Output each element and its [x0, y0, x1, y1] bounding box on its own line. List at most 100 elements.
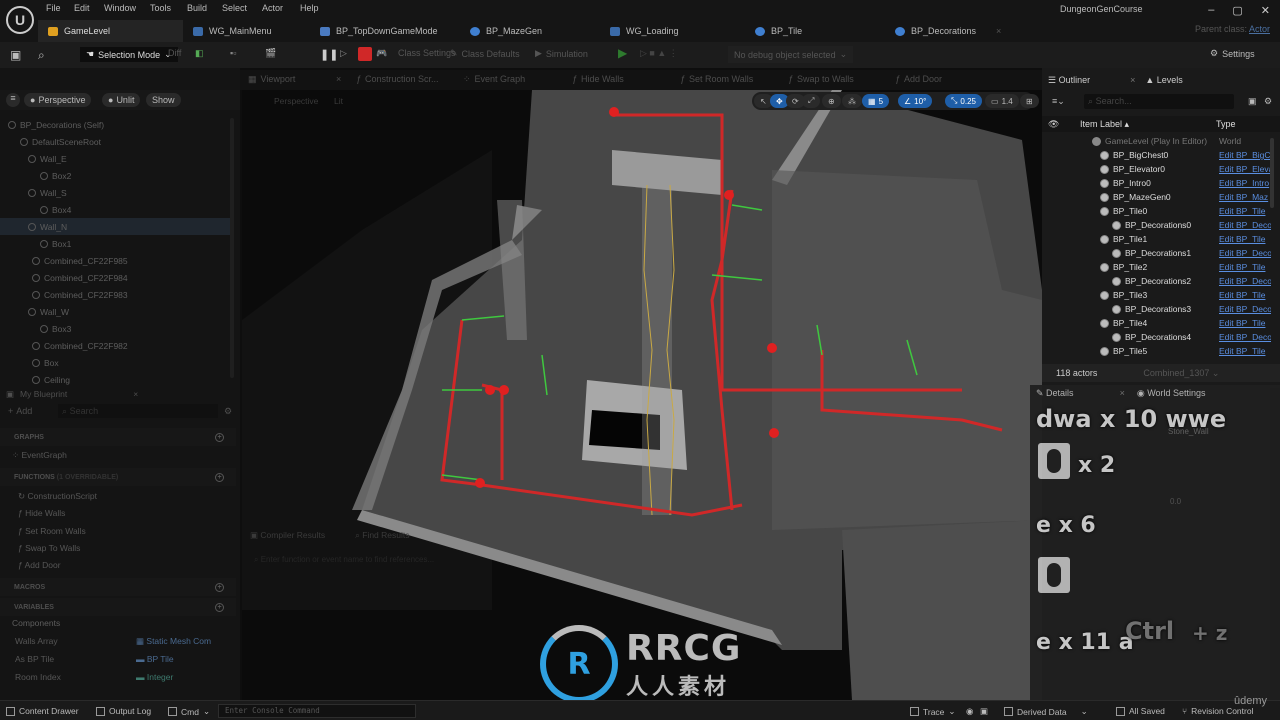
content-drawer-button[interactable]: Content Drawer: [6, 706, 79, 716]
outliner-row[interactable]: BP_Intro0 Edit BP_Intro: [1042, 176, 1272, 190]
combined-dropdown[interactable]: Combined_1307 ⌄: [1143, 368, 1219, 379]
edit-blueprint-link[interactable]: Edit BP_Deco: [1219, 220, 1271, 230]
doc-tab-bp-topdowngamemode[interactable]: BP_TopDownGameMode: [310, 20, 460, 42]
function-item[interactable]: ↻ ConstructionScript: [18, 491, 97, 502]
variable-type[interactable]: ▬ BP Tile: [136, 654, 174, 664]
parent-class-link[interactable]: Actor: [1249, 24, 1270, 34]
outliner-row[interactable]: BP_Tile1 Edit BP_Tile: [1042, 232, 1272, 246]
col-type[interactable]: Type: [1216, 119, 1236, 129]
tab-viewport[interactable]: ▦ Viewport: [248, 74, 295, 85]
component-item[interactable]: Box4: [0, 201, 230, 218]
class-settings-button[interactable]: Class Settings: [398, 48, 456, 58]
add-actor-icon[interactable]: ◧: [195, 48, 204, 59]
diff-button[interactable]: Diff: [168, 48, 181, 58]
outliner-scrollbar[interactable]: [1270, 138, 1274, 208]
rotation-snap-toggle[interactable]: ∠ 10°: [898, 94, 933, 108]
variable-item[interactable]: Room Index: [15, 672, 61, 682]
col-item-label[interactable]: Item Label ▴: [1080, 119, 1129, 130]
edit-blueprint-link[interactable]: Edit BP_Tile: [1219, 346, 1271, 356]
component-item[interactable]: Box2: [0, 167, 230, 184]
outliner-row[interactable]: BP_Decorations1 Edit BP_Deco: [1042, 246, 1272, 260]
menu-select[interactable]: Select: [222, 3, 247, 13]
tab-hide-walls[interactable]: ƒ Hide Walls: [572, 74, 624, 84]
component-item[interactable]: DefaultSceneRoot: [0, 133, 230, 150]
selection-mode-dropdown[interactable]: ☚ Selection Mode ⌄: [80, 47, 178, 62]
scale-tool-icon[interactable]: ⤢: [802, 94, 821, 108]
edit-blueprint-link[interactable]: Edit BP_Tile: [1219, 206, 1271, 216]
output-log-button[interactable]: Output Log: [96, 706, 151, 716]
scale-snap-toggle[interactable]: ⤡ 0.25: [945, 94, 982, 108]
outliner-search-input[interactable]: ⌕ Search...: [1084, 94, 1234, 109]
component-item[interactable]: Wall_W: [0, 303, 230, 320]
tab-compiler-results[interactable]: ▣ Compiler Results: [250, 530, 325, 546]
outliner-row[interactable]: BP_Tile4 Edit BP_Tile: [1042, 316, 1272, 330]
component-item[interactable]: Wall_E: [0, 150, 230, 167]
tab-find-results[interactable]: ⌕ Find Results: [355, 530, 409, 546]
tab-details[interactable]: ✎ Details: [1036, 388, 1074, 399]
doc-tab-bp-decorations[interactable]: BP_Decorations ×: [885, 20, 1015, 42]
simulation-button[interactable]: ▶ Simulation: [535, 48, 588, 59]
edit-blueprint-link[interactable]: Edit BP_Maz: [1219, 192, 1271, 202]
screenshot-icon[interactable]: ▣: [980, 706, 988, 717]
component-item[interactable]: Box: [0, 354, 230, 371]
variables-section[interactable]: VARIABLES +: [0, 598, 236, 616]
menu-actor[interactable]: Actor: [262, 3, 283, 13]
tab-world-settings[interactable]: ◉ World Settings: [1137, 388, 1206, 399]
layout-icon[interactable]: ⊞: [1020, 94, 1039, 108]
bp-perspective-label[interactable]: Perspective: [274, 96, 318, 106]
edit-blueprint-link[interactable]: Edit BP_Tile: [1219, 290, 1271, 300]
outliner-row[interactable]: GameLevel (Play In Editor) World: [1042, 134, 1272, 148]
trace-button[interactable]: Trace ⌄: [910, 706, 956, 717]
function-item[interactable]: ƒ Add Door: [18, 560, 61, 570]
component-item[interactable]: Combined_CF22F982: [0, 337, 230, 354]
component-item[interactable]: Combined_CF22F983: [0, 286, 230, 303]
outliner-row[interactable]: BP_Tile0 Edit BP_Tile: [1042, 204, 1272, 218]
step-button[interactable]: ▷: [340, 48, 347, 59]
tick-interval-field[interactable]: 0.0: [1170, 497, 1181, 506]
edit-blueprint-link[interactable]: Edit BP_Tile: [1219, 234, 1271, 244]
function-item[interactable]: ƒ Hide Walls: [18, 508, 65, 518]
graphs-section[interactable]: GRAPHS +: [0, 428, 236, 446]
component-item[interactable]: Box1: [0, 235, 230, 252]
outliner-row[interactable]: BP_Decorations0 Edit BP_Deco: [1042, 218, 1272, 232]
outliner-row[interactable]: BP_Decorations3 Edit BP_Deco: [1042, 302, 1272, 316]
edit-blueprint-link[interactable]: Edit BP_Tile: [1219, 318, 1271, 328]
edit-blueprint-link[interactable]: Edit BP_Eleva: [1219, 164, 1271, 174]
show-button[interactable]: Show: [146, 93, 181, 107]
edit-blueprint-link[interactable]: Edit BP_Deco: [1219, 304, 1271, 314]
maximize-icon[interactable]: ▢: [1232, 4, 1242, 17]
variable-item[interactable]: Walls Array: [15, 636, 58, 646]
doc-tab-bp-mazegen[interactable]: BP_MazeGen: [460, 20, 600, 42]
edit-blueprint-link[interactable]: Edit BP_Deco: [1219, 248, 1271, 258]
variable-type[interactable]: ▬ Integer: [136, 672, 173, 682]
close-viewport-tab-icon[interactable]: ×: [336, 74, 341, 84]
debug-object-dropdown[interactable]: No debug object selected ⌄: [728, 46, 854, 63]
outliner-row[interactable]: BP_Decorations2 Edit BP_Deco: [1042, 274, 1272, 288]
stop-button[interactable]: [358, 47, 372, 61]
revision-control-button[interactable]: ⑂ Revision Control: [1182, 706, 1253, 716]
grid-snap-toggle[interactable]: ▦ 5: [862, 94, 890, 108]
doc-tab-bp-tile[interactable]: BP_Tile: [745, 20, 865, 42]
outliner-row[interactable]: BP_Tile5 Edit BP_Tile: [1042, 344, 1272, 358]
menu-help[interactable]: Help: [300, 3, 319, 13]
variable-type[interactable]: ▦ Static Mesh Com: [136, 636, 211, 647]
pause-button[interactable]: ❚❚: [320, 48, 338, 61]
outliner-row[interactable]: BP_Tile2 Edit BP_Tile: [1042, 260, 1272, 274]
edit-blueprint-link[interactable]: Edit BP_Deco: [1219, 276, 1271, 286]
blueprint-search-input[interactable]: ⌕ Search: [58, 404, 218, 418]
edit-blueprint-link[interactable]: Edit BP_Tile: [1219, 262, 1271, 272]
close-icon[interactable]: ×: [133, 389, 138, 400]
outliner-row[interactable]: BP_MazeGen0 Edit BP_Maz: [1042, 190, 1272, 204]
event-graph-item[interactable]: ⁘ EventGraph: [12, 450, 67, 461]
component-item-selected[interactable]: Wall_N: [0, 218, 230, 235]
add-folder-icon[interactable]: ▣: [1248, 96, 1257, 107]
camera-speed-button[interactable]: ▭ 1.4: [985, 94, 1019, 108]
doc-tab-wg-loading[interactable]: WG_Loading: [600, 20, 740, 42]
component-item[interactable]: Wall_S: [0, 184, 230, 201]
variable-item[interactable]: As BP Tile: [15, 654, 54, 664]
filter-icon[interactable]: ≡⌄: [1052, 96, 1065, 107]
bp-lit-label[interactable]: Lit: [334, 96, 343, 106]
eject-icon[interactable]: 🎮: [376, 48, 387, 59]
cmd-dropdown[interactable]: Cmd ⌄: [168, 706, 210, 717]
add-variable-icon[interactable]: +: [215, 602, 224, 612]
